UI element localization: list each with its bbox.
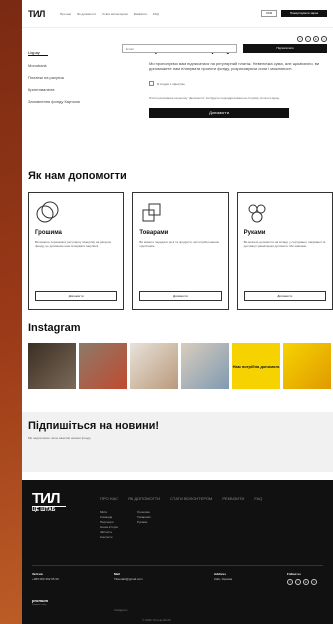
logo[interactable]: ТИЛ ЦЕ ШТАБ xyxy=(22,8,52,472)
subscribe-text: Ми надсилаємо лише важливі новини фонду. xyxy=(28,436,92,440)
payment-method-card[interactable]: Заповнення фонду Карткою xyxy=(28,99,138,104)
card-help-button[interactable]: Допомогти xyxy=(35,291,118,301)
instagram-icon[interactable]: i xyxy=(305,36,311,42)
footer-divider xyxy=(32,565,323,566)
footer-phone: Зв'язок +380 063 362 05 00 xyxy=(32,572,59,582)
address-value: Київ, Україна xyxy=(214,577,233,581)
telegram-icon[interactable]: t xyxy=(311,579,317,585)
help-card-hands: Руками Ви можете допомогти на складі, у … xyxy=(236,192,333,310)
follow-label: Follow us xyxy=(287,572,301,576)
nav-item-about[interactable]: Про нас xyxy=(60,12,71,16)
help-cards: Грошима Ви можете переказати регулярну п… xyxy=(28,192,333,310)
language-select[interactable]: UKR xyxy=(261,10,277,17)
footer-nav-requisites[interactable]: РЕКВІЗИТИ xyxy=(222,496,244,501)
linkedin-icon[interactable]: in xyxy=(303,579,309,585)
telegram-icon[interactable]: t xyxy=(321,36,327,42)
nav-item-help[interactable]: Як допомогти xyxy=(77,12,96,16)
phone-value[interactable]: +380 063 362 05 00 xyxy=(32,577,59,582)
payment-method-monobank[interactable]: Monobank xyxy=(28,63,138,68)
instagram-photo[interactable] xyxy=(283,343,331,389)
developer-credit[interactable]: promum Розробка сайту xyxy=(32,598,48,607)
donate-form: f i in t Зробити пожертву Ми пропонуємо … xyxy=(149,36,327,118)
instagram-icon[interactable]: i xyxy=(295,579,301,585)
nav-item-requisites[interactable]: Реквізити xyxy=(134,12,147,16)
donate-now-button[interactable]: Пожертвувати зараз xyxy=(281,10,327,17)
card-title: Руками xyxy=(243,230,266,236)
footer-socials: f i in t xyxy=(287,579,317,585)
nav-item-volunteer[interactable]: Стати волонтером xyxy=(102,12,128,16)
hands-icon xyxy=(244,199,326,227)
donate-section: Liqpay Monobank Платежі на рахунок Крипт… xyxy=(22,36,333,160)
email-input[interactable] xyxy=(122,44,237,53)
card-help-button[interactable]: Допомогти xyxy=(139,291,222,301)
footer-address: Address Київ, Україна xyxy=(214,572,232,582)
footer-link[interactable]: Контакти xyxy=(100,535,118,540)
footer-col-about: Місія Команда Партнери Наша історія Звіт… xyxy=(100,510,118,540)
promum-sub: Розробка сайту xyxy=(32,604,47,606)
card-text: Ви можете переказати регулярну пожертву … xyxy=(35,240,111,248)
facebook-icon[interactable]: f xyxy=(297,36,303,42)
offer-label: Я згоден з офертою xyxy=(157,81,185,86)
instagram-photo[interactable]: Нам потрібна допомога xyxy=(232,343,280,389)
help-section: Як нам допомогти Грошима Ви можете перек… xyxy=(28,170,333,310)
payment-method-account[interactable]: Платежі на рахунок xyxy=(28,75,138,80)
card-title: Грошима xyxy=(35,230,62,236)
coins-icon xyxy=(35,199,117,227)
footer-link[interactable]: Руками xyxy=(137,520,151,525)
payment-method-liqpay[interactable]: Liqpay xyxy=(28,50,48,56)
footer-extra-link[interactable]: Instagram xyxy=(114,608,127,612)
footer-nav-help[interactable]: ЯК ДОПОМОГТИ xyxy=(128,496,160,501)
subscribe-title: Підпишіться на новини! xyxy=(28,420,160,432)
logo-mark: ТИЛ xyxy=(28,8,45,19)
payment-methods: Liqpay Monobank Платежі на рахунок Крипт… xyxy=(28,50,138,111)
instagram-section: Instagram Нам потрібна допомога xyxy=(28,322,333,389)
instagram-photo[interactable] xyxy=(130,343,178,389)
nav-item-faq[interactable]: FAQ xyxy=(153,12,159,16)
footer-nav-about[interactable]: ПРО НАС xyxy=(100,496,118,501)
site-footer: ТИЛ ЦЕ ШТАБ ПРО НАС ЯК ДОПОМОГТИ СТАТИ В… xyxy=(22,480,333,624)
footer-nav-faq[interactable]: FAQ xyxy=(254,496,262,501)
payment-method-crypto[interactable]: Криптовалюта xyxy=(28,87,138,92)
social-links: f i in t xyxy=(297,36,327,42)
footer-nav-volunteer[interactable]: СТАТИ ВОЛОНТЕРОМ xyxy=(170,496,212,501)
footer-col-help: Грошима Товарами Руками xyxy=(137,510,151,525)
checkbox-icon[interactable] xyxy=(149,81,154,86)
mail-value[interactable]: Tilcestab@gmail.com xyxy=(114,577,143,582)
instagram-photo[interactable] xyxy=(181,343,229,389)
help-title: Як нам допомогти xyxy=(28,170,127,182)
donate-text: Ми пропонуємо вам підписатися на регуляр… xyxy=(149,61,320,71)
footer-mail: Mail Tilcestab@gmail.com xyxy=(114,572,143,582)
instagram-photo[interactable] xyxy=(28,343,76,389)
card-text: Ви можете допомогти на складі, у сортува… xyxy=(243,240,326,248)
instagram-photos: Нам потрібна допомога xyxy=(28,343,333,389)
card-title: Товарами xyxy=(139,230,169,236)
footer-nav: ПРО НАС ЯК ДОПОМОГТИ СТАТИ ВОЛОНТЕРОМ РЕ… xyxy=(100,496,262,501)
page: ТИЛ ЦЕ ШТАБ Про нас Як допомогти Стати в… xyxy=(22,0,333,624)
instagram-photo[interactable] xyxy=(79,343,127,389)
subscribe-button[interactable]: Підписатися xyxy=(243,44,327,53)
instagram-title: Instagram xyxy=(28,322,81,334)
subscribe-section: Підпишіться на новини! Ми надсилаємо лиш… xyxy=(22,412,333,472)
offer-checkbox[interactable]: Я згоден з офертою xyxy=(149,81,327,86)
donate-note: Після натискання на кнопку "Допомогти" в… xyxy=(149,96,280,100)
footer-logo-sub: ЦЕ ШТАБ xyxy=(32,506,66,513)
facebook-icon[interactable]: f xyxy=(287,579,293,585)
donate-submit-button[interactable]: Допомогти xyxy=(149,108,289,118)
footer-logo[interactable]: ТИЛ ЦЕ ШТАБ xyxy=(32,490,66,513)
yellow-card-text: Нам потрібна допомога xyxy=(232,363,280,369)
help-card-goods: Товарами Ви можете передати речі та прод… xyxy=(132,192,229,310)
card-text: Ви можете передати речі та продукти, які… xyxy=(139,240,219,248)
site-header: ТИЛ ЦЕ ШТАБ Про нас Як допомогти Стати в… xyxy=(22,0,333,472)
card-help-button[interactable]: Допомогти xyxy=(243,291,326,301)
footer-follow: Follow us f i in t xyxy=(287,572,317,585)
copyright: © 2022 Тил Це Штаб xyxy=(142,618,171,622)
top-nav: Про нас Як допомогти Стати волонтером Ре… xyxy=(60,12,261,16)
boxes-icon xyxy=(139,199,221,227)
help-card-money: Грошима Ви можете переказати регулярну п… xyxy=(28,192,125,310)
linkedin-icon[interactable]: in xyxy=(313,36,319,42)
footer-logo-mark: ТИЛ xyxy=(32,490,60,507)
